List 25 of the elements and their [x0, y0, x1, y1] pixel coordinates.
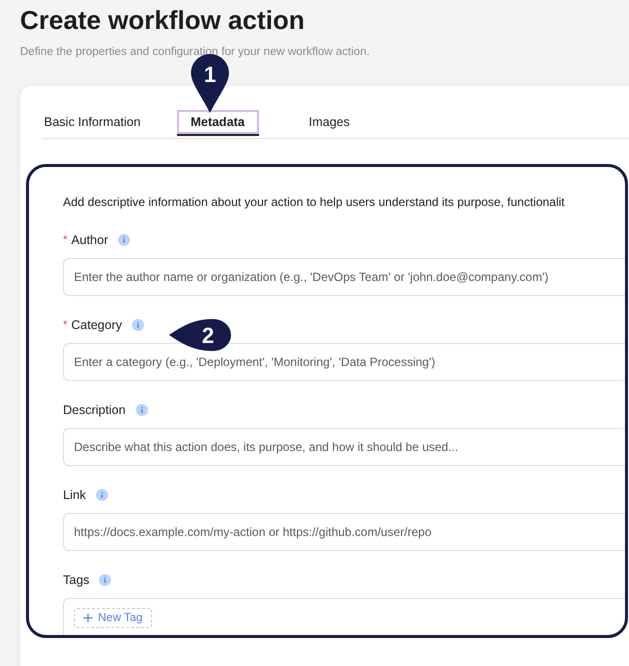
tab[interactable]: Metadata — [176, 110, 259, 134]
required-mark: * — [63, 319, 68, 331]
intro-text: Add descriptive information about your action to help users understand its purpose, functionalit — [63, 195, 566, 209]
field-label: Description — [63, 403, 126, 417]
input-field[interactable]: Enter the author name or organization (e.g., 'DevOps Team' or 'john.doe@company.com') — [63, 258, 625, 296]
info-icon[interactable] — [118, 234, 130, 246]
field-label: Author — [71, 233, 108, 247]
field-label: Category — [71, 318, 122, 332]
field-label: Link — [63, 488, 86, 502]
field-label: Tags — [63, 573, 90, 587]
input-field[interactable]: Describe what this action does, its purpose, and how it should be used... — [63, 428, 625, 466]
tab[interactable]: Images — [294, 110, 364, 134]
step-marker: 2 — [168, 318, 232, 352]
new-tag-button[interactable]: New Tag — [74, 608, 152, 628]
tags-field[interactable]: New Tag — [63, 598, 625, 635]
info-icon[interactable] — [136, 404, 148, 416]
required-mark: * — [63, 234, 68, 246]
info-icon[interactable] — [96, 489, 108, 501]
page-title: Create workflow action — [20, 5, 306, 35]
input-field[interactable]: https://docs.example.com/my-action or https://github.com/user/repo — [63, 513, 625, 551]
plus-icon — [83, 613, 93, 623]
info-icon[interactable] — [132, 319, 144, 331]
input-field[interactable]: Enter a category (e.g., 'Deployment', 'Monitoring', 'Data Processing') — [63, 343, 625, 381]
info-icon[interactable] — [99, 574, 112, 586]
tab[interactable]: Basic Information — [42, 110, 155, 134]
